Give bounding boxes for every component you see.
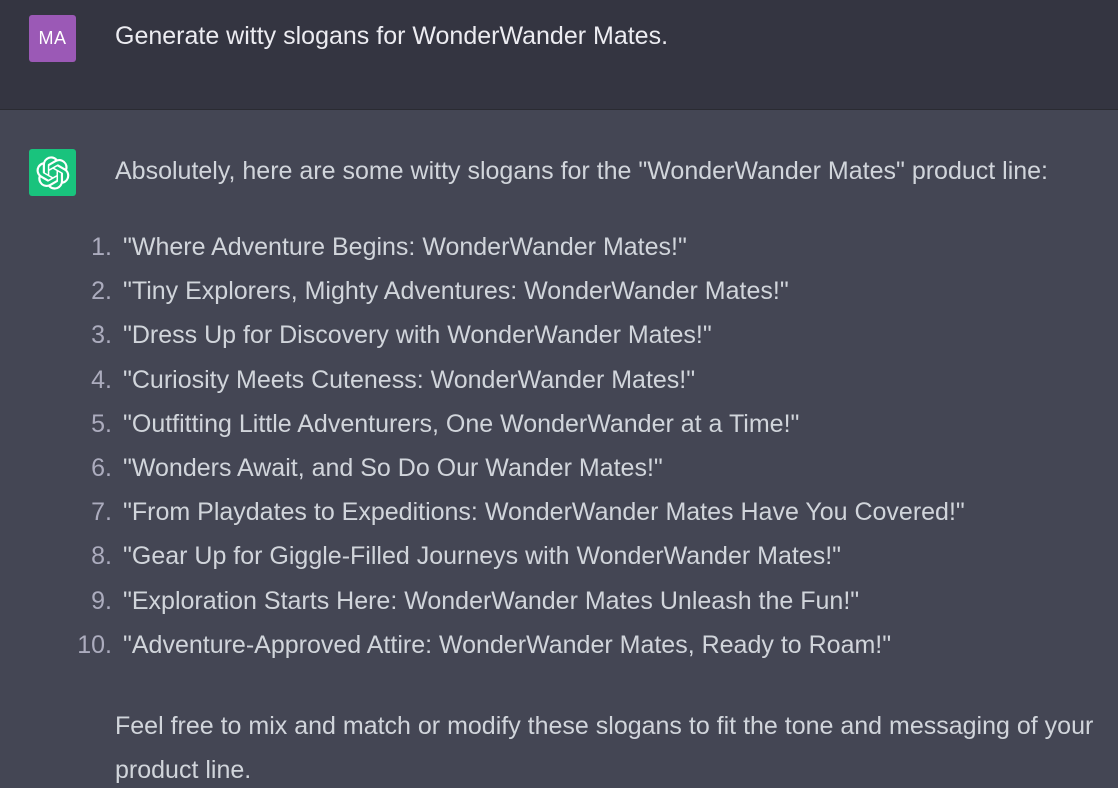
- list-item-text: "Exploration Starts Here: WonderWander M…: [123, 586, 860, 615]
- list-item-number: 8.: [91, 542, 112, 571]
- list-item-number: 1.: [91, 233, 112, 261]
- list-item-text: "Curiosity Meets Cuteness: WonderWander …: [123, 365, 696, 394]
- list-item-number: 2.: [91, 277, 112, 306]
- openai-logo-icon: [36, 155, 69, 190]
- list-item-number: 6.: [91, 453, 112, 482]
- user-message-text: Generate witty slogans for WonderWander …: [115, 22, 669, 50]
- assistant-intro-text: Absolutely, here are some witty slogans …: [115, 157, 1049, 185]
- list-item-text: "From Playdates to Expeditions: WonderWa…: [123, 498, 965, 527]
- list-item-number: 3.: [91, 321, 112, 350]
- assistant-message-row: Absolutely, here are some witty slogans …: [0, 110, 1118, 788]
- user-avatar: MA: [29, 15, 76, 62]
- list-item-text: "Dress Up for Discovery with WonderWande…: [123, 321, 712, 350]
- list-item-text: "Adventure-Approved Attire: WonderWander…: [123, 630, 892, 659]
- list-item-text: "Gear Up for Giggle-Filled Journeys with…: [123, 542, 842, 571]
- list-item-number: 5.: [91, 409, 112, 438]
- list-item-text: "Tiny Explorers, Mighty Adventures: Wond…: [123, 277, 789, 306]
- list-item-number: 4.: [91, 365, 112, 394]
- list-item-text: "Wonders Await, and So Do Our Wander Mat…: [123, 453, 663, 482]
- list-item-text: "Outfitting Little Adventurers, One Wond…: [123, 409, 800, 438]
- list-item-number: 7.: [91, 498, 112, 527]
- list-item-number: 9.: [91, 586, 112, 615]
- list-item-number: 10.: [77, 630, 112, 659]
- list-item-text: "Where Adventure Begins: WonderWander Ma…: [123, 233, 687, 261]
- user-message-row: MA Generate witty slogans for WonderWand…: [0, 0, 1118, 110]
- assistant-avatar: [29, 149, 76, 196]
- assistant-closing-text: Feel free to mix and match or modify the…: [115, 712, 1094, 784]
